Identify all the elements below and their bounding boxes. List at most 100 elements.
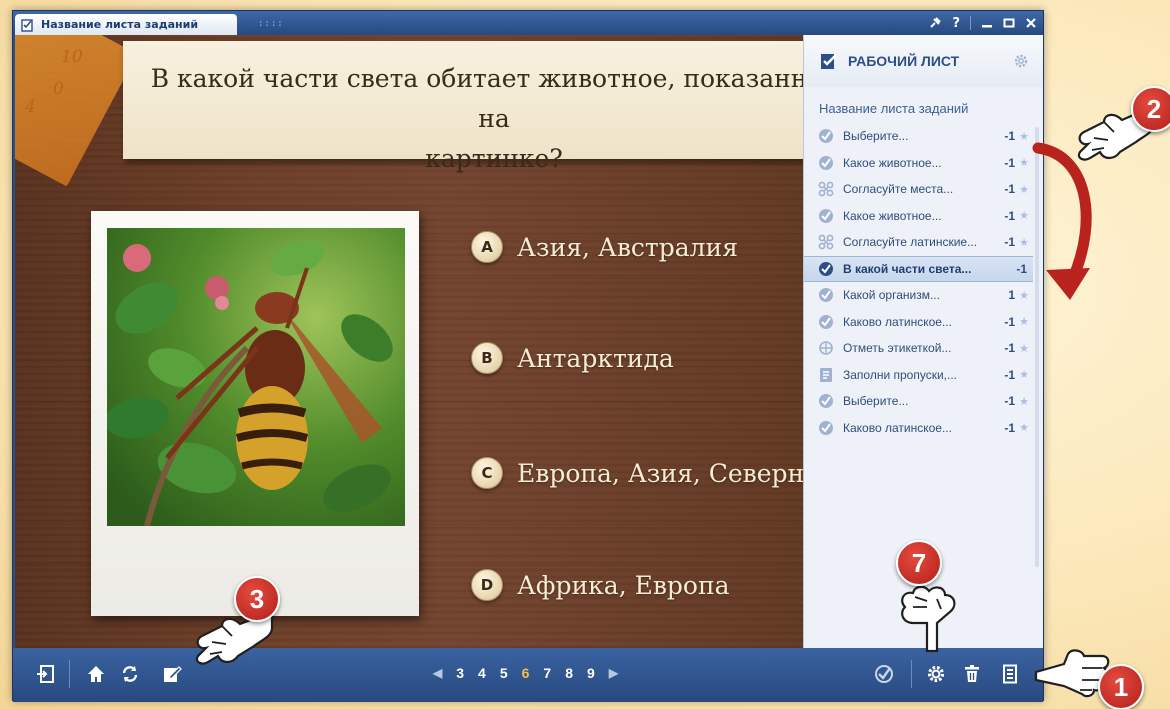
close-icon[interactable] xyxy=(1025,14,1037,32)
task-item[interactable]: В какой части света...-1★ xyxy=(804,255,1033,282)
refresh-icon xyxy=(122,666,138,682)
task-label: В какой части света... xyxy=(843,261,972,276)
task-label: Заполни пропуски,... xyxy=(843,367,957,382)
red-arrow-icon xyxy=(1032,142,1092,300)
ruler-mark: 4 xyxy=(25,97,36,117)
check-icon xyxy=(818,128,834,144)
task-label: Выберите... xyxy=(843,394,909,409)
delete-button[interactable] xyxy=(959,661,985,687)
task-label: Какое животное... xyxy=(843,155,942,170)
check-icon xyxy=(818,287,834,303)
answer-text: Антарктида xyxy=(517,343,674,373)
task-item[interactable]: Отметь этикеткой... -1 ★ xyxy=(804,335,1043,362)
answer-option-d[interactable]: D Африка, Европа xyxy=(471,569,730,601)
answer-letter: D xyxy=(471,569,503,601)
check-icon xyxy=(818,208,834,224)
answer-option-c[interactable]: C Европа, Азия, Северная xyxy=(471,457,803,489)
task-list: Выберите... -1 ★ Какое животное... -1 ★ Соглас… xyxy=(804,123,1043,441)
ruler-mark: 0 xyxy=(53,79,64,99)
check-answers-button[interactable] xyxy=(871,661,897,687)
answer-option-b[interactable]: B Антарктида xyxy=(471,342,674,374)
task-item[interactable]: Какой организм... 1 ★ xyxy=(804,282,1043,309)
title-bar: Название листа заданий :::: ? xyxy=(13,11,1043,35)
minimize-icon[interactable] xyxy=(981,14,993,32)
pin-icon[interactable] xyxy=(928,14,942,32)
match-icon xyxy=(818,181,834,197)
toolbar-separator xyxy=(69,660,70,688)
worksheet-panel-button[interactable] xyxy=(997,661,1023,687)
task-item[interactable]: Каково латинское... -1 ★ xyxy=(804,309,1043,336)
maximize-icon[interactable] xyxy=(1003,14,1015,32)
task-label: Согласуйте места... xyxy=(843,182,954,197)
edit-button[interactable] xyxy=(159,661,185,687)
task-item[interactable]: Каково латинское... -1 ★ xyxy=(804,415,1043,442)
hornet-image xyxy=(107,228,405,526)
task-item[interactable]: Выберите... -1 ★ xyxy=(804,388,1043,415)
task-score: -1 xyxy=(1004,367,1015,382)
task-score: -1 xyxy=(1004,341,1015,356)
star-icon: ★ xyxy=(1019,369,1029,382)
page-number[interactable]: 9 xyxy=(587,665,595,681)
list-icon xyxy=(1003,664,1017,684)
task-item[interactable]: Выберите... -1 ★ xyxy=(804,123,1043,150)
star-icon: ★ xyxy=(1019,342,1029,355)
check-icon xyxy=(818,155,834,171)
task-item[interactable]: Какое животное... -1 ★ xyxy=(804,203,1043,230)
page-number[interactable]: 3 xyxy=(456,665,464,681)
task-score: -1 xyxy=(1004,314,1015,329)
check-icon xyxy=(818,420,834,436)
answer-option-a[interactable]: A Азия, Австралия xyxy=(471,231,738,263)
next-page-icon[interactable]: ▶ xyxy=(609,666,618,680)
page-number[interactable]: 7 xyxy=(543,665,551,681)
task-item[interactable]: Согласуйте латинские... -1 ★ xyxy=(804,229,1043,256)
ruler-mark: 10 xyxy=(61,47,83,67)
answer-text: Азия, Австралия xyxy=(517,232,738,262)
task-score: -1 xyxy=(1004,155,1015,170)
callout-badge: 3 xyxy=(234,576,280,622)
question-text: В какой части света обитает животное, по… xyxy=(150,64,803,173)
document-tab[interactable]: Название листа заданий xyxy=(15,14,237,35)
help-icon[interactable]: ? xyxy=(952,14,960,32)
answer-text: Африка, Европа xyxy=(517,570,730,600)
callout-badge: 2 xyxy=(1131,86,1170,132)
home-button[interactable] xyxy=(83,661,109,687)
prev-page-icon[interactable]: ◀ xyxy=(433,666,442,680)
refresh-button[interactable] xyxy=(117,661,143,687)
task-score: -1 xyxy=(1004,420,1015,435)
gear-icon[interactable] xyxy=(1013,53,1029,69)
toolbar-separator xyxy=(911,660,912,688)
task-item[interactable]: Какое животное... -1 ★ xyxy=(804,150,1043,177)
page-number[interactable]: 6 xyxy=(522,665,530,681)
task-score: -1 xyxy=(1004,208,1015,223)
settings-button[interactable] xyxy=(923,661,949,687)
exit-button[interactable] xyxy=(33,661,59,687)
page-number[interactable]: 5 xyxy=(500,665,508,681)
edit-icon xyxy=(164,666,182,682)
task-item[interactable]: Заполни пропуски,... -1 ★ xyxy=(804,362,1043,389)
page-navigator: ◀ 3 4 5 6 7 8 9 ▶ xyxy=(433,665,618,681)
question-photo xyxy=(91,211,419,616)
worksheet-title: Название листа заданий xyxy=(819,101,969,116)
star-icon: ★ xyxy=(1019,316,1029,329)
task-score: -1 xyxy=(1004,235,1015,250)
answer-text: Европа, Азия, Северная xyxy=(517,458,803,488)
page-number[interactable]: 8 xyxy=(565,665,573,681)
task-item[interactable]: Согласуйте места... -1 ★ xyxy=(804,176,1043,203)
label-icon xyxy=(818,340,834,356)
check-circle-icon xyxy=(875,665,893,683)
bottom-toolbar: ◀ 3 4 5 6 7 8 9 ▶ xyxy=(13,648,1043,702)
task-label: Какой организм... xyxy=(843,288,940,303)
answer-letter: B xyxy=(471,342,503,374)
worksheet-icon xyxy=(821,54,837,69)
page-number[interactable]: 4 xyxy=(478,665,486,681)
task-label: Каково латинское... xyxy=(843,420,952,435)
task-label: Выберите... xyxy=(843,129,909,144)
tab-grip-handle[interactable]: :::: xyxy=(258,19,284,29)
task-label: Какое животное... xyxy=(843,208,942,223)
task-score: -1 xyxy=(1004,129,1015,144)
gear-icon xyxy=(927,665,945,683)
pointing-hand-icon xyxy=(893,583,961,653)
task-label: Согласуйте латинские... xyxy=(843,235,978,250)
sidebar-title: РАБОЧИЙ ЛИСТ xyxy=(848,53,960,69)
answer-letter: C xyxy=(471,457,503,489)
